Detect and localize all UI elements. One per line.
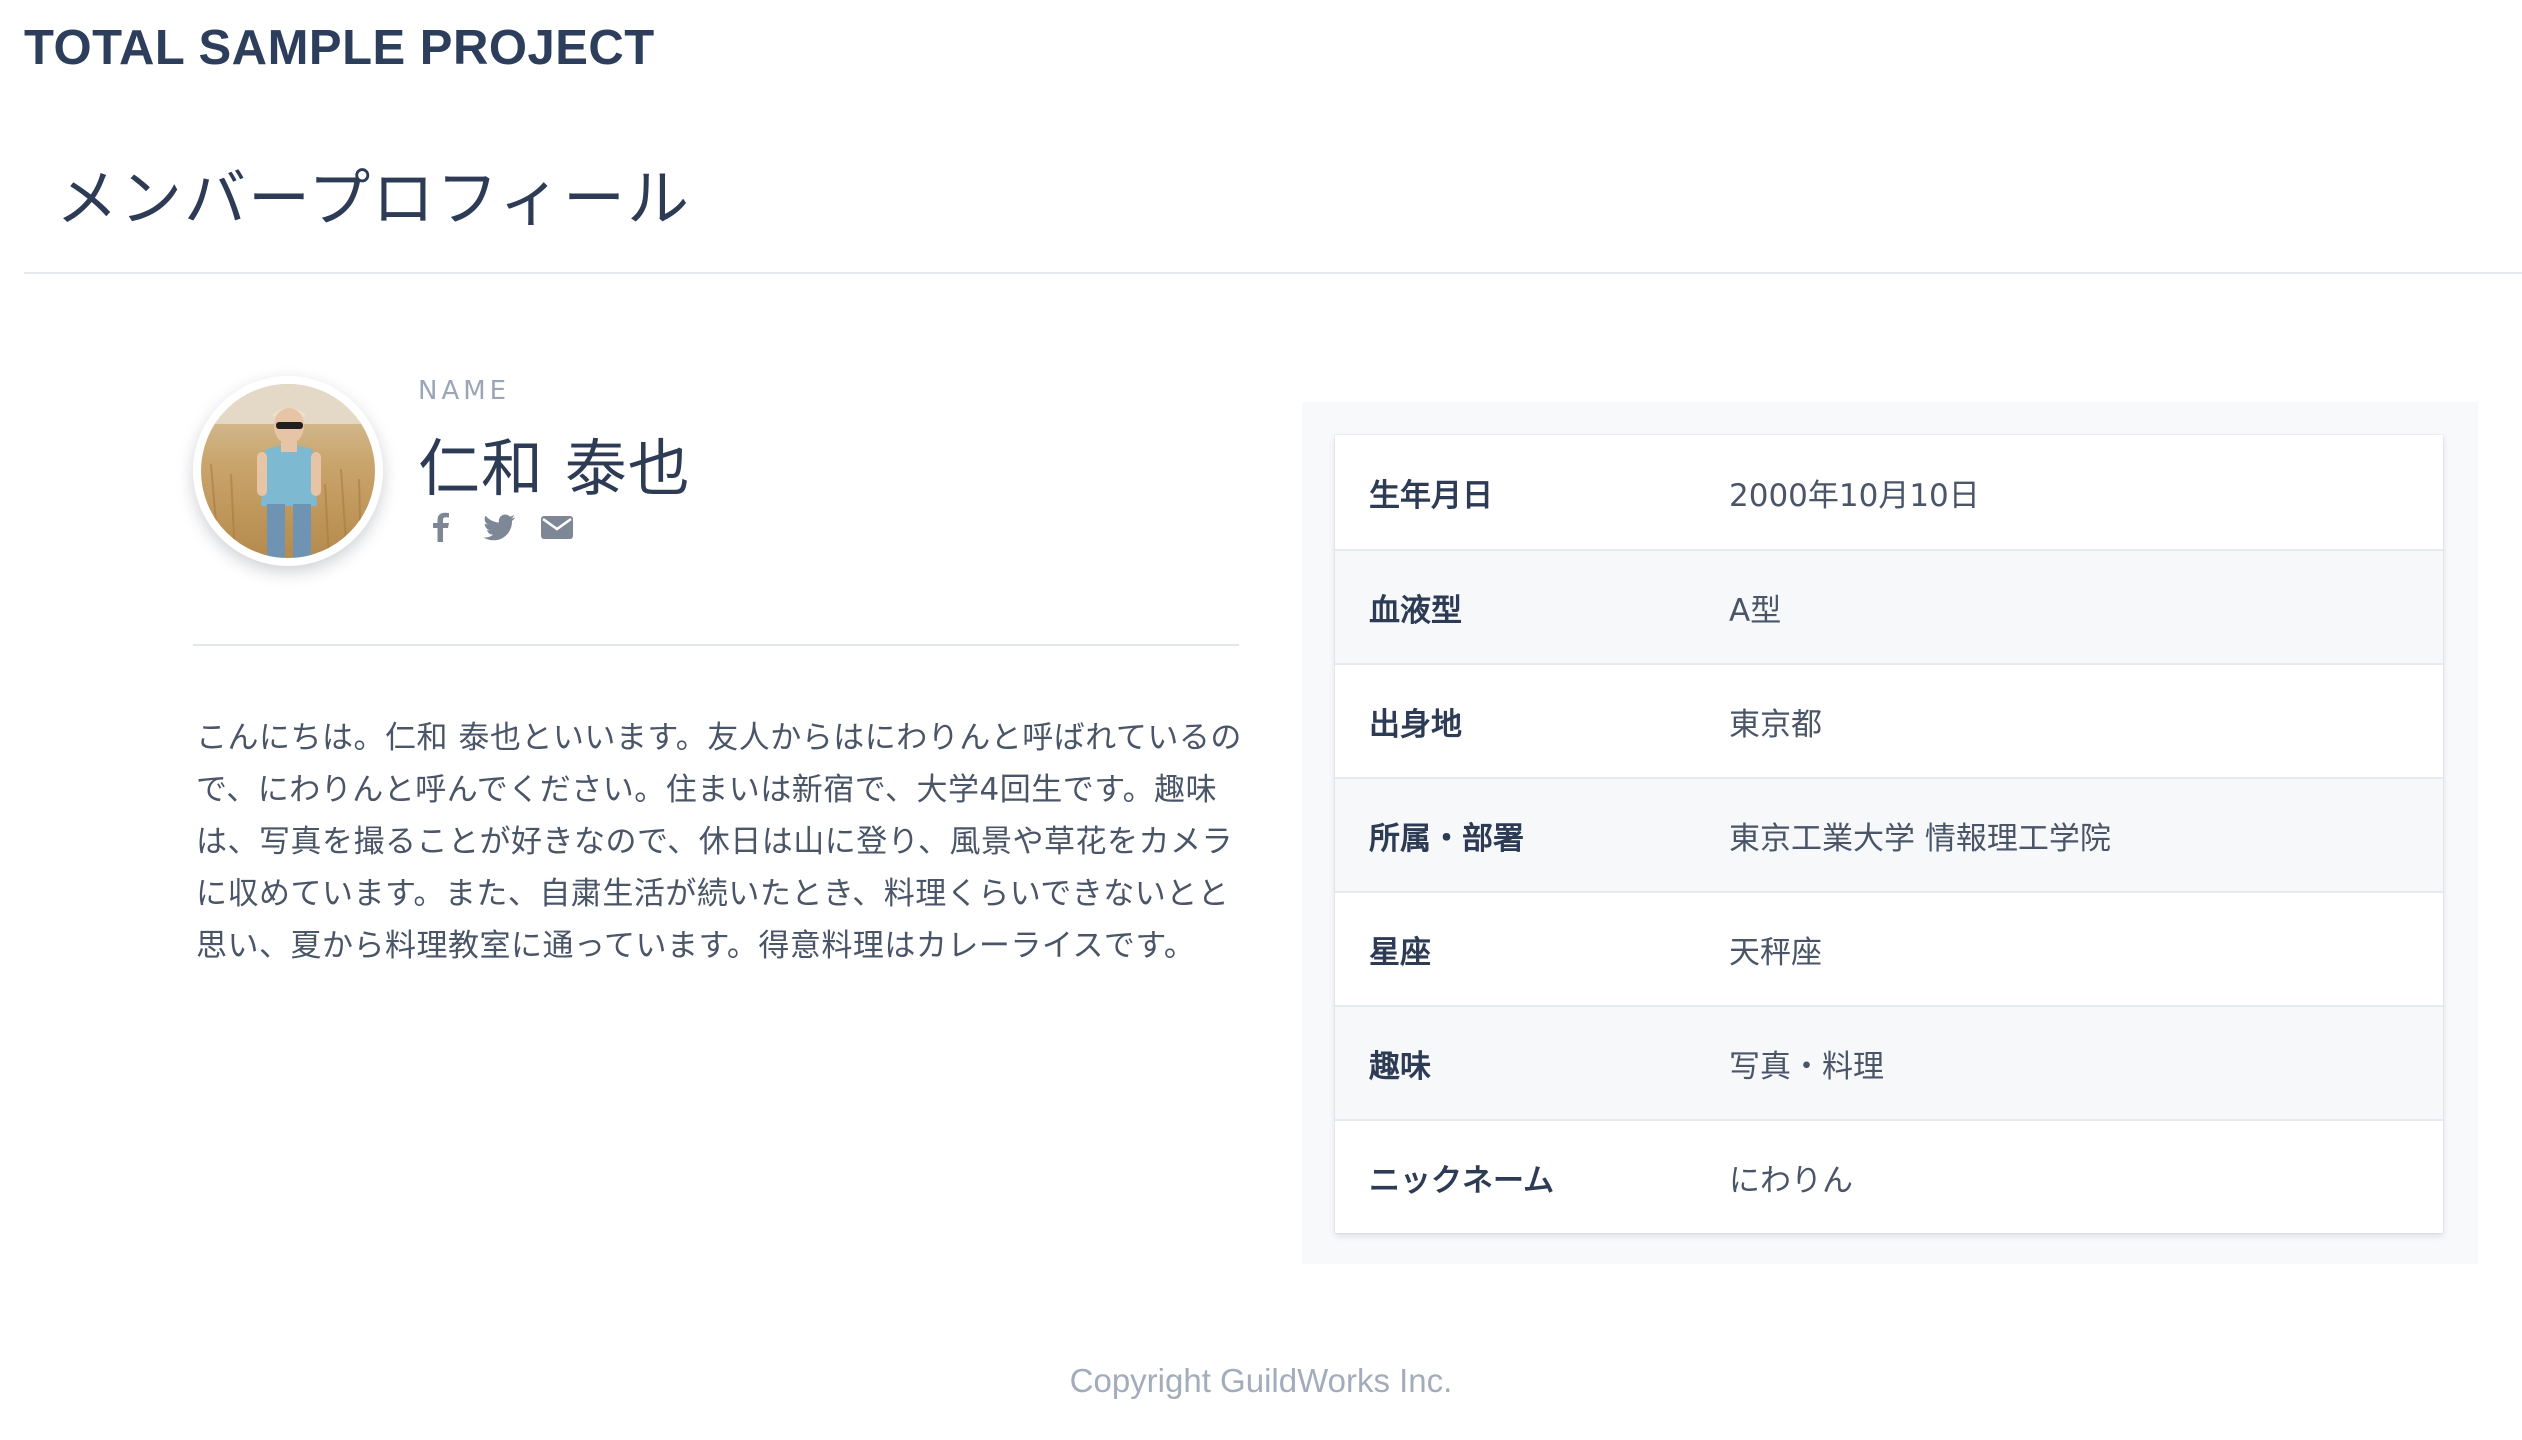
page-title: メンバープロフィール	[56, 162, 692, 235]
brand-title[interactable]: TOTAL SAMPLE PROJECT	[24, 20, 655, 76]
row-label: 生年月日	[1369, 477, 1493, 514]
table-row: ニックネーム にわりん	[1335, 1119, 2443, 1233]
table-row: 出身地 東京都	[1335, 663, 2443, 777]
row-label: 血液型	[1369, 592, 1462, 629]
row-value: 東京都	[1729, 706, 1822, 743]
row-label: 所属・部署	[1369, 820, 1524, 857]
row-value: 2000年10月10日	[1729, 477, 1980, 514]
page: TOTAL SAMPLE PROJECT メンバープロフィール NAME 仁和 …	[0, 0, 2522, 1440]
avatar-photo	[201, 384, 375, 558]
table-row: 生年月日 2000年10月10日	[1335, 435, 2443, 549]
row-value: 東京工業大学 情報理工学院	[1729, 820, 2111, 857]
table-row: 血液型 A型	[1335, 549, 2443, 663]
row-label: 出身地	[1369, 706, 1462, 743]
name-label: NAME	[418, 376, 511, 406]
facebook-icon[interactable]	[422, 508, 460, 546]
mail-icon[interactable]	[538, 508, 576, 546]
profile-divider	[193, 644, 1239, 646]
row-value: A型	[1729, 592, 1782, 629]
bio-text: こんにちは。仁和 泰也といいます。友人からはにわりんと呼ばれているので、にわりん…	[196, 720, 1242, 964]
row-value: 写真・料理	[1729, 1048, 1884, 1085]
row-value: 天秤座	[1729, 934, 1822, 971]
title-divider	[24, 272, 2522, 274]
twitter-icon[interactable]	[480, 508, 518, 546]
table-row: 趣味 写真・料理	[1335, 1005, 2443, 1119]
row-label: 趣味	[1369, 1048, 1431, 1085]
row-label: ニックネーム	[1369, 1162, 1555, 1199]
social-links	[422, 508, 576, 546]
row-label: 星座	[1369, 934, 1431, 971]
details-table: 生年月日 2000年10月10日 血液型 A型 出身地 東京都 所属・部署 東京…	[1335, 435, 2443, 1233]
table-row: 所属・部署 東京工業大学 情報理工学院	[1335, 777, 2443, 891]
avatar	[193, 376, 383, 566]
footer-copyright: Copyright GuildWorks Inc.	[1069, 1362, 1453, 1399]
table-row: 星座 天秤座	[1335, 891, 2443, 1005]
row-value: にわりん	[1729, 1162, 1853, 1199]
member-name: 仁和 泰也	[418, 432, 691, 505]
